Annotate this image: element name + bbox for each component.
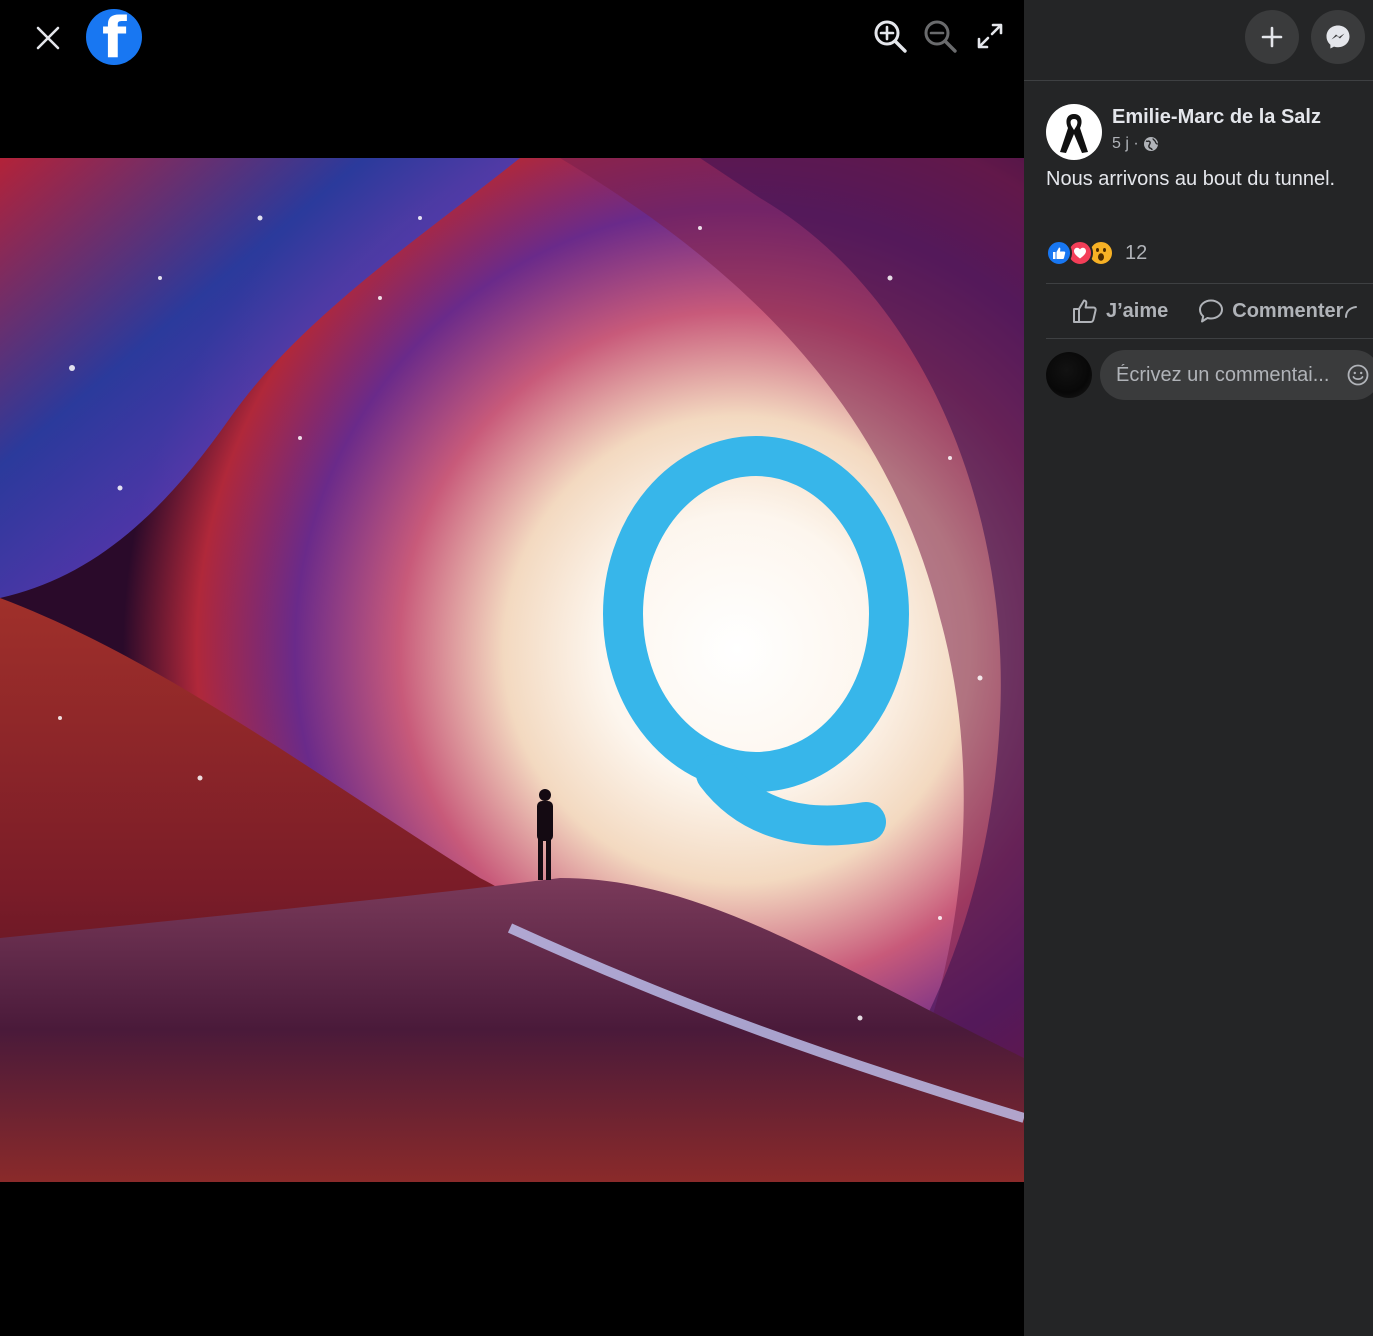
create-button[interactable] — [1245, 10, 1299, 64]
messenger-button[interactable] — [1311, 10, 1365, 64]
comment-label: Commenter — [1232, 299, 1344, 322]
smiley-icon[interactable] — [1346, 363, 1370, 387]
like-button[interactable]: J’aime — [1072, 298, 1168, 324]
close-button[interactable] — [28, 18, 68, 58]
photo-viewer: f — [0, 0, 1024, 1336]
fullscreen-button[interactable] — [968, 14, 1012, 58]
share-icon[interactable] — [1344, 304, 1358, 318]
cosmic-tunnel-image — [0, 158, 1024, 1182]
zoom-out-button[interactable] — [918, 14, 962, 58]
comment-input[interactable] — [1116, 363, 1346, 387]
like-reaction-icon — [1046, 240, 1072, 266]
author-avatar[interactable] — [1046, 104, 1102, 160]
zoom-out-icon — [924, 20, 957, 53]
comment-composer — [1046, 350, 1373, 400]
close-icon — [36, 26, 60, 50]
post-photo[interactable] — [0, 158, 1024, 1182]
user-avatar[interactable] — [1046, 352, 1092, 398]
speech-bubble-icon — [1199, 299, 1224, 323]
post-panel: Emilie-Marc de la Salz 5 j · Nous arrivo… — [1024, 0, 1373, 1336]
author-name[interactable]: Emilie-Marc de la Salz — [1112, 106, 1321, 129]
reaction-summary[interactable]: 12 — [1046, 238, 1147, 268]
comment-button[interactable]: Commenter — [1198, 298, 1343, 324]
zoom-in-icon — [874, 20, 907, 53]
facebook-logo-icon[interactable]: f — [86, 9, 142, 65]
divider — [1046, 338, 1373, 339]
globe-icon — [1143, 137, 1158, 151]
post-timestamp[interactable]: 5 j · — [1112, 135, 1139, 153]
comment-box[interactable] — [1100, 350, 1373, 400]
reaction-count[interactable]: 12 — [1125, 242, 1147, 265]
plus-icon — [1261, 26, 1283, 48]
like-label: J’aime — [1106, 299, 1169, 322]
panel-header — [1024, 0, 1373, 81]
post-actions: J’aime Commenter — [1046, 284, 1373, 338]
black-ribbon-icon — [1060, 114, 1088, 153]
post-author: Emilie-Marc de la Salz 5 j · — [1046, 104, 1321, 160]
post-text: Nous arrivons au bout du tunnel. — [1046, 168, 1336, 190]
zoom-in-button[interactable] — [868, 14, 912, 58]
fullscreen-icon — [977, 23, 1003, 49]
thumbs-up-icon — [1073, 299, 1097, 323]
messenger-icon — [1326, 25, 1350, 49]
